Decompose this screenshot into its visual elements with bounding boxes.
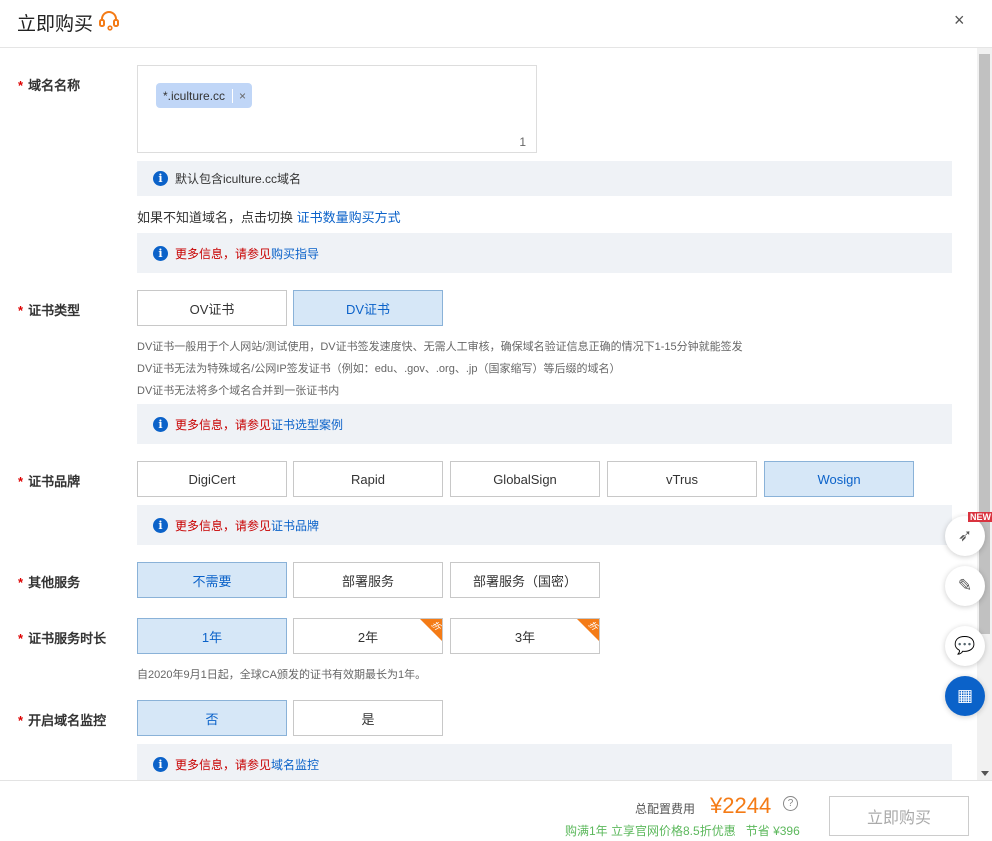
duration-note: 自2020年9月1日起，全球CA颁发的证书有效期最长为1年。: [137, 669, 427, 681]
info-icon: i: [153, 756, 168, 772]
cert-case-link[interactable]: 证书选型案例: [271, 416, 343, 433]
option-dv-cert[interactable]: DV证书: [293, 290, 443, 326]
domain-input[interactable]: *.iculture.cc × 1: [137, 65, 537, 153]
edit-icon[interactable]: ✎: [945, 566, 985, 606]
option-1-year[interactable]: 1年: [137, 618, 287, 654]
brand-label: * 证书品牌: [18, 474, 81, 489]
total-label: 总配置费用: [635, 802, 696, 816]
brand-vtrus[interactable]: vTrus: [607, 461, 757, 497]
buy-now-button[interactable]: 立即购买: [829, 796, 969, 836]
brand-link[interactable]: 证书品牌: [271, 517, 319, 534]
switch-hint: 如果不知道域名，点击切换 证书数量购买方式: [137, 210, 401, 225]
monitor-info: i 更多信息，请参见 域名监控: [137, 744, 952, 784]
headset-icon[interactable]: [98, 9, 120, 31]
cert-type-info: i 更多信息，请参见 证书选型案例: [137, 404, 952, 444]
brand-globalsign[interactable]: GlobalSign: [450, 461, 600, 497]
domain-chip: *.iculture.cc ×: [156, 83, 253, 108]
domain-count: 1: [519, 135, 526, 149]
option-2-year[interactable]: 2年折: [293, 618, 443, 654]
info-icon: i: [153, 171, 168, 186]
info-icon: i: [153, 245, 168, 261]
cert-desc-line: DV证书无法将多个域名合并到一张证书内: [137, 385, 340, 397]
new-badge: NEW: [968, 512, 992, 522]
brand-wosign[interactable]: Wosign: [764, 461, 914, 497]
option-no-service[interactable]: 不需要: [137, 562, 287, 598]
brand-rapid[interactable]: Rapid: [293, 461, 443, 497]
domain-info: i 默认包含iculture.cc域名: [137, 161, 952, 196]
help-icon[interactable]: ?: [783, 796, 798, 811]
cert-desc-line: DV证书无法为特殊域名/公网IP签发证书（例如：edu、.gov、.org、.j…: [137, 363, 621, 375]
option-deploy[interactable]: 部署服务: [293, 562, 443, 598]
scroll-down-icon[interactable]: [981, 771, 989, 776]
footer: 总配置费用 ¥2244 ? 购满1年 立享官网价格8.5折优惠 节省 ¥396 …: [0, 780, 992, 841]
option-deploy-sm[interactable]: 部署服务（国密）: [450, 562, 600, 598]
info-icon: i: [153, 517, 168, 533]
other-services-label: * 其他服务: [18, 575, 81, 590]
option-monitor-no[interactable]: 否: [137, 700, 287, 736]
brand-info: i 更多信息，请参见 证书品牌: [137, 505, 952, 545]
domain-label: * 域名名称: [18, 78, 81, 93]
info-icon: i: [153, 416, 168, 432]
option-ov-cert[interactable]: OV证书: [137, 290, 287, 326]
monitor-label: * 开启域名监控: [18, 713, 107, 728]
apps-icon[interactable]: ▦: [945, 676, 985, 716]
cert-type-label: * 证书类型: [18, 303, 81, 318]
total-price: ¥2244: [710, 793, 772, 818]
chip-remove-icon[interactable]: ×: [232, 88, 252, 103]
switch-link[interactable]: 证书数量购买方式: [297, 210, 401, 225]
dialog-header: 立即购买 ×: [0, 0, 992, 48]
option-3-year[interactable]: 3年折: [450, 618, 600, 654]
cert-desc-line: DV证书一般用于个人网站/测试使用，DV证书签发速度快、无需人工审核，确保域名验…: [137, 341, 743, 353]
chat-icon[interactable]: 💬: [945, 626, 985, 666]
promo-text: 购满1年 立享官网价格8.5折优惠 节省 ¥396: [565, 824, 800, 838]
scrollbar[interactable]: [977, 48, 992, 780]
duration-label: * 证书服务时长: [18, 631, 107, 646]
buy-guide-info: i 更多信息，请参见 购买指导: [137, 233, 952, 273]
dialog-title: 立即购买: [17, 14, 94, 35]
monitor-link[interactable]: 域名监控: [271, 756, 319, 773]
close-icon[interactable]: ×: [954, 10, 965, 31]
buy-guide-link[interactable]: 购买指导: [271, 245, 319, 262]
option-monitor-yes[interactable]: 是: [293, 700, 443, 736]
dingtalk-icon[interactable]: ➶: [945, 516, 985, 556]
brand-digicert[interactable]: DigiCert: [137, 461, 287, 497]
